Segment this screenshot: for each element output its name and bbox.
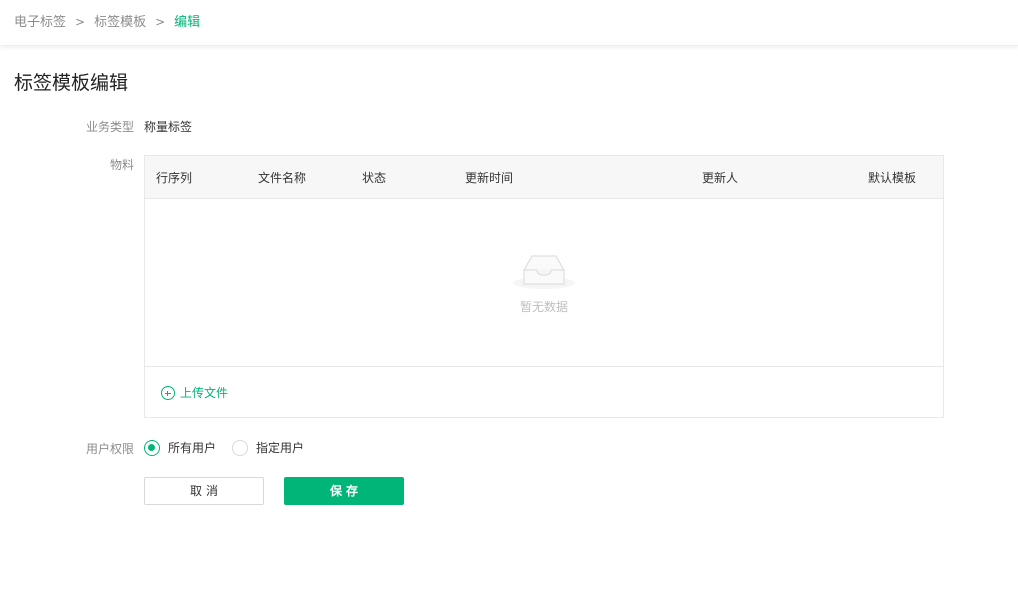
breadcrumb-separator: > — [155, 15, 166, 29]
column-header-row-seq: 行序列 — [156, 171, 193, 185]
column-header-updated-by: 更新人 — [702, 171, 739, 185]
radio-specific-users-label: 指定用户 — [256, 441, 305, 455]
breadcrumb-electronic-label[interactable]: 电子标签 — [14, 15, 66, 30]
column-header-updated-time: 更新时间 — [465, 171, 514, 185]
radio-all-users-label: 所有用户 — [168, 441, 217, 455]
page-title: 标签模板编辑 — [14, 72, 129, 94]
breadcrumb-label-template[interactable]: 标签模板 — [94, 15, 146, 30]
empty-state: 暂无数据 — [145, 199, 943, 366]
business-type-label: 业务类型 — [85, 120, 134, 134]
cancel-button[interactable]: 取消 — [144, 477, 264, 505]
material-table: 行序列 文件名称 状态 更新时间 更新人 默认模板 暂无数据 上传文件 — [144, 155, 944, 418]
empty-text: 暂无数据 — [519, 300, 568, 314]
upload-file-label: 上传文件 — [180, 386, 229, 400]
plus-circle-icon — [161, 386, 175, 400]
breadcrumb-edit: 编辑 — [174, 15, 201, 30]
material-label: 物料 — [109, 158, 134, 172]
top-bar: 电子标签 > 标签模板 > 编辑 — [0, 0, 1018, 46]
upload-file-button[interactable]: 上传文件 — [161, 385, 228, 401]
radio-all-users[interactable]: 所有用户 — [144, 440, 216, 456]
breadcrumb-separator: > — [75, 15, 86, 29]
column-header-file-name: 文件名称 — [258, 171, 307, 185]
table-header: 行序列 文件名称 状态 更新时间 更新人 默认模板 — [145, 156, 943, 199]
save-button[interactable]: 保存 — [284, 477, 404, 505]
radio-unchecked-icon[interactable] — [232, 440, 249, 456]
radio-specific-users[interactable]: 指定用户 — [232, 440, 304, 456]
radio-checked-icon[interactable] — [144, 440, 160, 456]
column-header-default-template: 默认模板 — [868, 171, 917, 185]
column-header-status: 状态 — [362, 171, 387, 185]
breadcrumb: 电子标签 > 标签模板 > 编辑 — [14, 13, 200, 32]
business-type-value: 称量标签 — [144, 120, 193, 134]
upload-row: 上传文件 — [145, 366, 943, 418]
inbox-icon — [513, 255, 575, 289]
permission-label: 用户权限 — [85, 442, 134, 456]
permission-radio-group: 所有用户 指定用户 — [144, 439, 320, 457]
